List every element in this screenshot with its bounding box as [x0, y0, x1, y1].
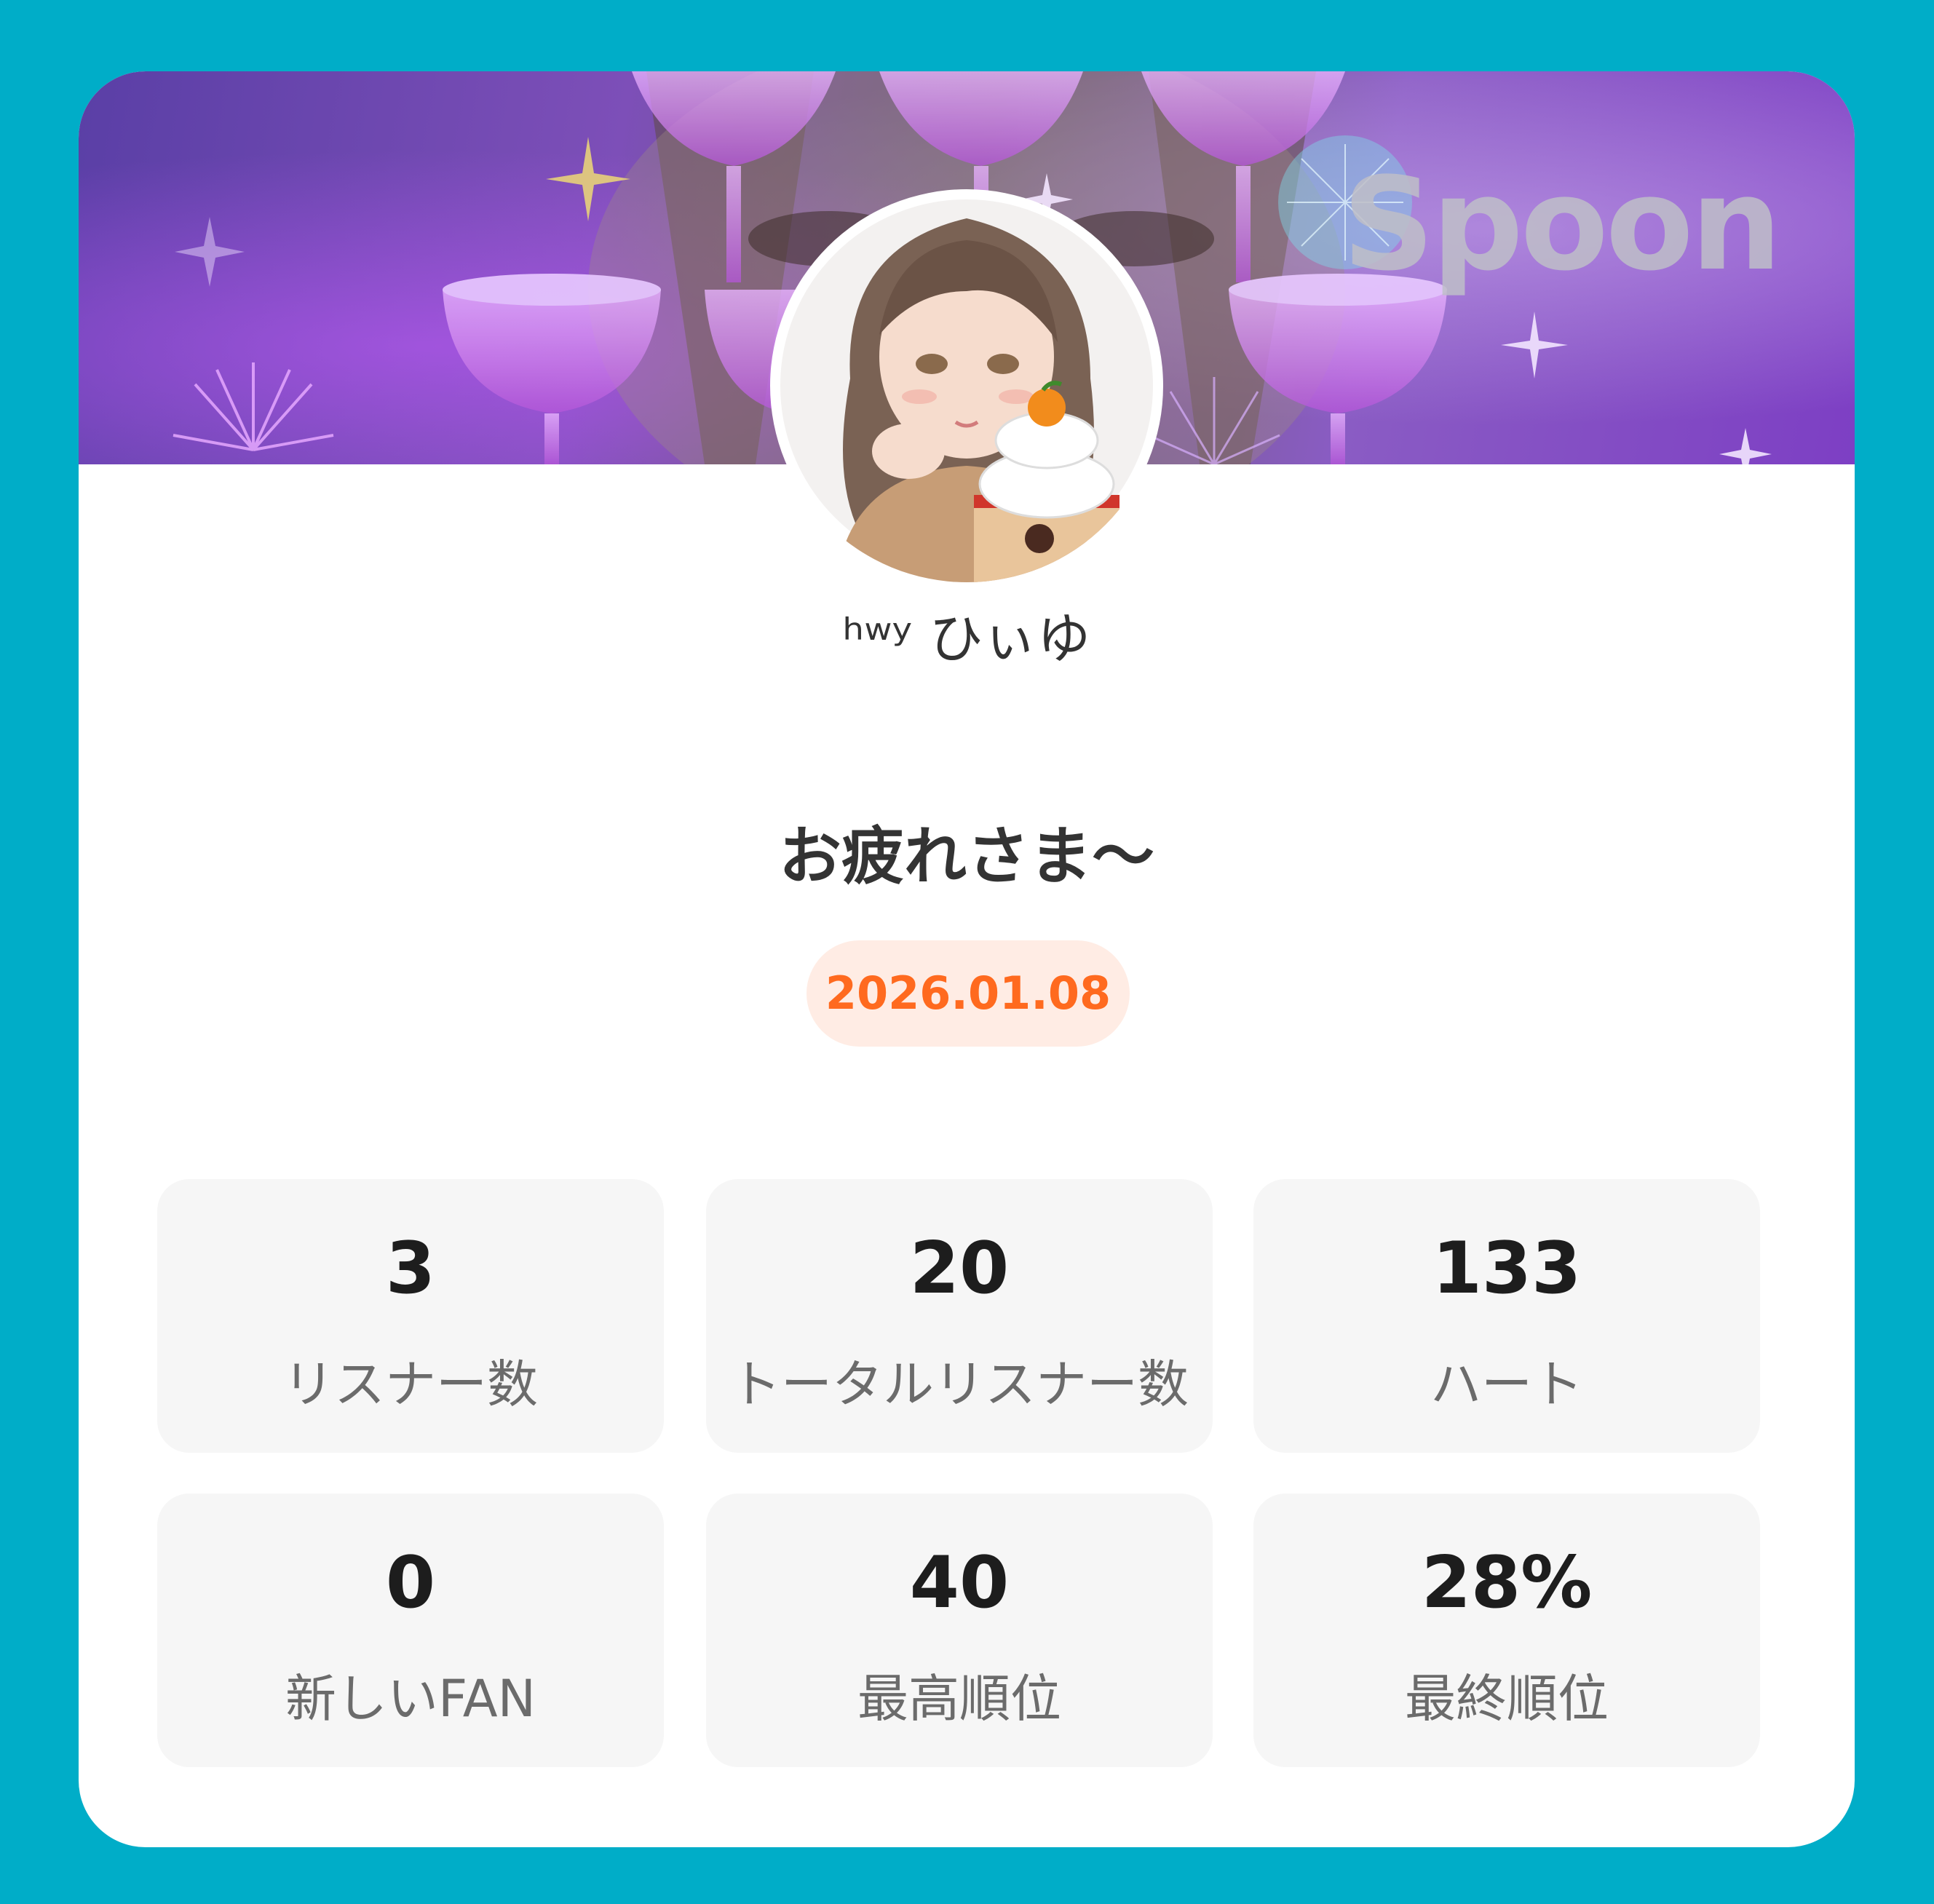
stat-hearts: 133 ハート	[1253, 1179, 1760, 1453]
stat-label: トータルリスナー数	[730, 1354, 1189, 1414]
stat-final-rank: 28% 最終順位	[1253, 1494, 1760, 1767]
post-title: お疲れさま～	[779, 820, 1154, 893]
stat-total-listeners: 20 トータルリスナー数	[706, 1179, 1213, 1453]
stat-value: 28%	[1421, 1542, 1593, 1625]
date-badge: 2026.01.08	[807, 940, 1130, 1047]
avatar-illustration	[772, 191, 1162, 582]
stat-label: リスナー数	[283, 1354, 538, 1414]
stat-value: 20	[909, 1227, 1010, 1310]
stat-value: 40	[909, 1542, 1010, 1625]
stat-value: 0	[385, 1542, 436, 1625]
stat-listeners: 3 リスナー数	[157, 1179, 664, 1453]
stat-label: ハート	[1430, 1354, 1583, 1414]
stat-value: 133	[1432, 1227, 1582, 1310]
result-card: Spoon ʰʷʸ ひぃゆ お疲れさま～ 2026.01.08 3 リスナー数 …	[79, 71, 1855, 1847]
stat-label: 最高順位	[857, 1669, 1061, 1729]
stat-new-fans: 0 新しいFAN	[157, 1494, 664, 1767]
stat-highest-rank: 40 最高順位	[706, 1494, 1213, 1767]
spoon-logo: Spoon	[1342, 150, 1782, 299]
stat-label: 最終順位	[1405, 1669, 1609, 1729]
stat-label: 新しいFAN	[285, 1669, 536, 1729]
avatar[interactable]	[770, 189, 1163, 582]
stat-value: 3	[385, 1227, 436, 1310]
username: ʰʷʸ ひぃゆ	[842, 608, 1091, 670]
